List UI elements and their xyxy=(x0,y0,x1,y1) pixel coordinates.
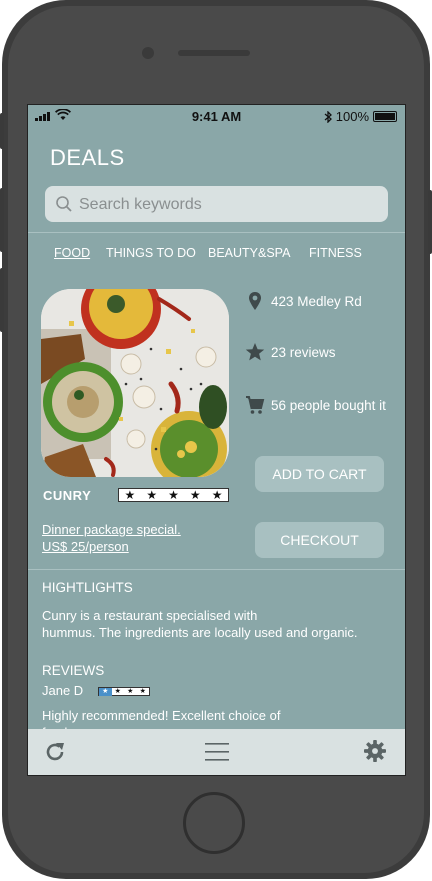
tab-things-to-do[interactable]: THINGS TO DO xyxy=(106,246,196,260)
search-bar[interactable] xyxy=(45,186,388,224)
bluetooth-icon xyxy=(324,110,332,123)
earpiece-speaker xyxy=(178,50,250,56)
reviewer-rating: ★ ★ ★ ★ xyxy=(98,687,150,696)
star-icon xyxy=(245,343,265,361)
highlights-line2: hummus. The ingredients are locally used… xyxy=(42,625,358,640)
volume-up-button xyxy=(0,188,4,252)
reviews-row[interactable]: 23 reviews xyxy=(245,342,336,362)
reviews-title: REVIEWS xyxy=(42,663,105,678)
restaurant-name: CUNRY xyxy=(43,488,92,503)
checkout-button[interactable]: CHECKOUT xyxy=(255,522,384,558)
highlights-line1: Cunry is a restaurant specialised with xyxy=(42,608,258,623)
bottom-tab-bar xyxy=(28,729,405,775)
cart-icon xyxy=(246,396,265,414)
page-title: DEALS xyxy=(50,145,125,170)
bought-count: 56 people bought it xyxy=(271,397,386,413)
tab-beauty-spa[interactable]: BEAUTY&SPA xyxy=(208,246,290,260)
address-row[interactable]: 423 Medley Rd xyxy=(245,291,362,311)
front-camera xyxy=(142,47,154,59)
volume-down-button xyxy=(0,268,4,332)
reviewer-name: Jane D xyxy=(42,683,84,698)
rating-star-icon: ★ xyxy=(189,488,201,502)
review-line1: Highly recommended! Excellent choice of xyxy=(42,708,281,723)
deal-description-link[interactable]: Dinner package special. US$ 25/person xyxy=(42,521,181,555)
refresh-icon[interactable] xyxy=(43,740,67,764)
content-divider xyxy=(28,569,405,570)
rating-star-icon: ★ xyxy=(146,488,158,502)
highlights-text: Cunry is a restaurant specialised with h… xyxy=(42,607,392,641)
power-button xyxy=(428,190,432,254)
mute-switch xyxy=(0,113,4,149)
tab-food[interactable]: FOOD xyxy=(54,246,90,260)
status-right: 100% xyxy=(324,109,397,124)
deal-image[interactable] xyxy=(41,289,229,477)
battery-percent: 100% xyxy=(335,109,369,124)
rating-star-icon: ★ xyxy=(211,488,223,502)
app-screen: 9:41 AM 100% DEALS FOOD THINGS TO DO BEA… xyxy=(27,104,406,776)
deal-price: US$ 25/person xyxy=(42,539,129,554)
bought-row: 56 people bought it xyxy=(245,395,386,415)
reviews-count: 23 reviews xyxy=(271,344,336,360)
home-button[interactable] xyxy=(183,792,245,854)
rating-star-icon: ★ xyxy=(168,488,179,502)
rating-star-icon: ★ xyxy=(124,488,136,502)
search-icon xyxy=(56,196,72,212)
rating-stars: ★ ★ ★ ★ ★ xyxy=(118,488,229,502)
rating-star-icon: ★ xyxy=(139,687,146,695)
search-divider xyxy=(28,232,405,233)
category-tabs: FOOD THINGS TO DO BEAUTY&SPA FITNESS xyxy=(28,246,405,266)
status-bar: 9:41 AM 100% xyxy=(28,105,405,127)
food-photo xyxy=(41,289,229,477)
address-text: 423 Medley Rd xyxy=(271,293,362,309)
search-input[interactable] xyxy=(77,186,381,224)
rating-star-icon: ★ xyxy=(99,687,112,696)
gear-icon[interactable] xyxy=(364,740,386,762)
location-pin-icon xyxy=(249,292,261,310)
highlights-title: HIGHTLIGHTS xyxy=(42,580,133,595)
deal-description-line1: Dinner package special. xyxy=(42,522,181,537)
rating-star-icon: ★ xyxy=(127,687,134,695)
battery-icon xyxy=(373,111,397,122)
menu-icon[interactable] xyxy=(205,740,229,764)
add-to-cart-button[interactable]: ADD TO CART xyxy=(255,456,384,492)
tab-fitness[interactable]: FITNESS xyxy=(309,246,362,260)
rating-star-icon: ★ xyxy=(114,687,121,695)
